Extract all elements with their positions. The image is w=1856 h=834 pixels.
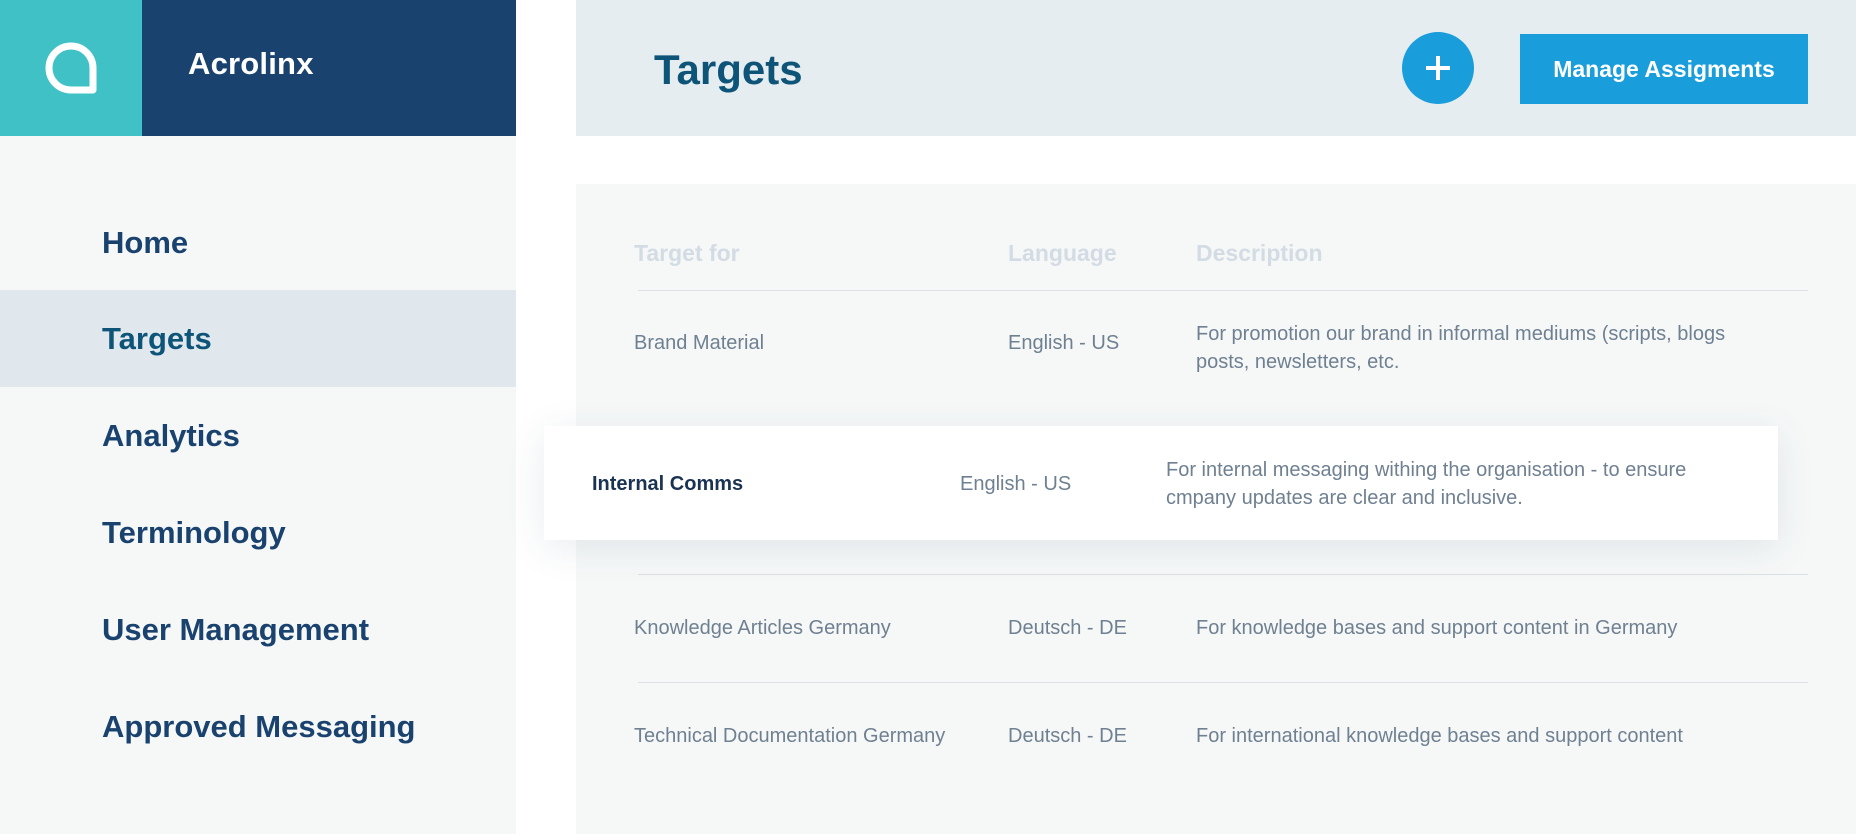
brand-logo[interactable] (0, 0, 142, 136)
add-target-button[interactable] (1402, 32, 1474, 104)
sidebar-item-label: User Management (102, 611, 370, 647)
cell-target: Brand Material (634, 332, 765, 354)
sidebar: Acrolinx Home Targets Analytics Terminol… (0, 0, 516, 834)
plus-icon (1426, 56, 1450, 80)
sidebar-item-approved-messaging[interactable]: Approved Messaging (0, 678, 516, 775)
cell-description-line: posts, newsletters, etc. (1196, 351, 1400, 373)
sidebar-nav: Home Targets Analytics Terminology User … (0, 196, 516, 775)
brand-name: Acrolinx (188, 46, 314, 81)
page-title: Targets (654, 46, 803, 93)
sidebar-item-label: Home (102, 225, 189, 260)
cell-language: English - US (1008, 332, 1120, 354)
header-divider (638, 290, 1808, 291)
sidebar-item-home[interactable]: Home (0, 196, 516, 290)
cell-target: Knowledge Articles Germany (634, 617, 891, 639)
sidebar-item-label: Approved Messaging (102, 708, 416, 744)
cell-description-line: For internal messaging withing the organ… (1166, 459, 1687, 481)
cell-language: Deutsch - DE (1008, 725, 1127, 747)
page-header: Targets Manage Assigments (576, 0, 1856, 136)
cell-description-line: cmpany updates are clear and inclusive. (1166, 487, 1523, 509)
table-row-highlighted[interactable]: Internal Comms English - US For internal… (544, 426, 1778, 540)
column-header-target-for[interactable]: Target for (634, 240, 740, 267)
cell-description-line: For promotion our brand in informal medi… (1196, 323, 1726, 345)
brand-bar: Acrolinx (142, 0, 516, 136)
row-divider (638, 682, 1808, 683)
sidebar-item-label: Targets (102, 320, 212, 356)
cell-target: Technical Documentation Germany (634, 725, 946, 747)
cell-target: Internal Comms (592, 473, 744, 495)
sidebar-item-user-management[interactable]: User Management (0, 581, 516, 678)
cell-description-line: For international knowledge bases and su… (1196, 725, 1683, 747)
sidebar-item-label: Analytics (102, 417, 240, 453)
manage-assignments-button[interactable]: Manage Assigments (1520, 34, 1808, 104)
acrolinx-logo-icon (45, 42, 97, 94)
cell-description-line: For knowledge bases and support content … (1196, 617, 1678, 639)
app-window: Acrolinx Home Targets Analytics Terminol… (0, 0, 1856, 834)
sidebar-item-label: Terminology (102, 514, 286, 550)
sidebar-item-terminology[interactable]: Terminology (0, 484, 516, 581)
cell-language: English - US (960, 473, 1072, 495)
sidebar-item-analytics[interactable]: Analytics (0, 387, 516, 484)
row-divider (638, 574, 1808, 575)
cell-language: Deutsch - DE (1008, 617, 1127, 639)
column-header-description[interactable]: Description (1196, 240, 1323, 267)
sidebar-item-targets[interactable]: Targets (0, 290, 516, 387)
column-header-language[interactable]: Language (1008, 240, 1117, 267)
